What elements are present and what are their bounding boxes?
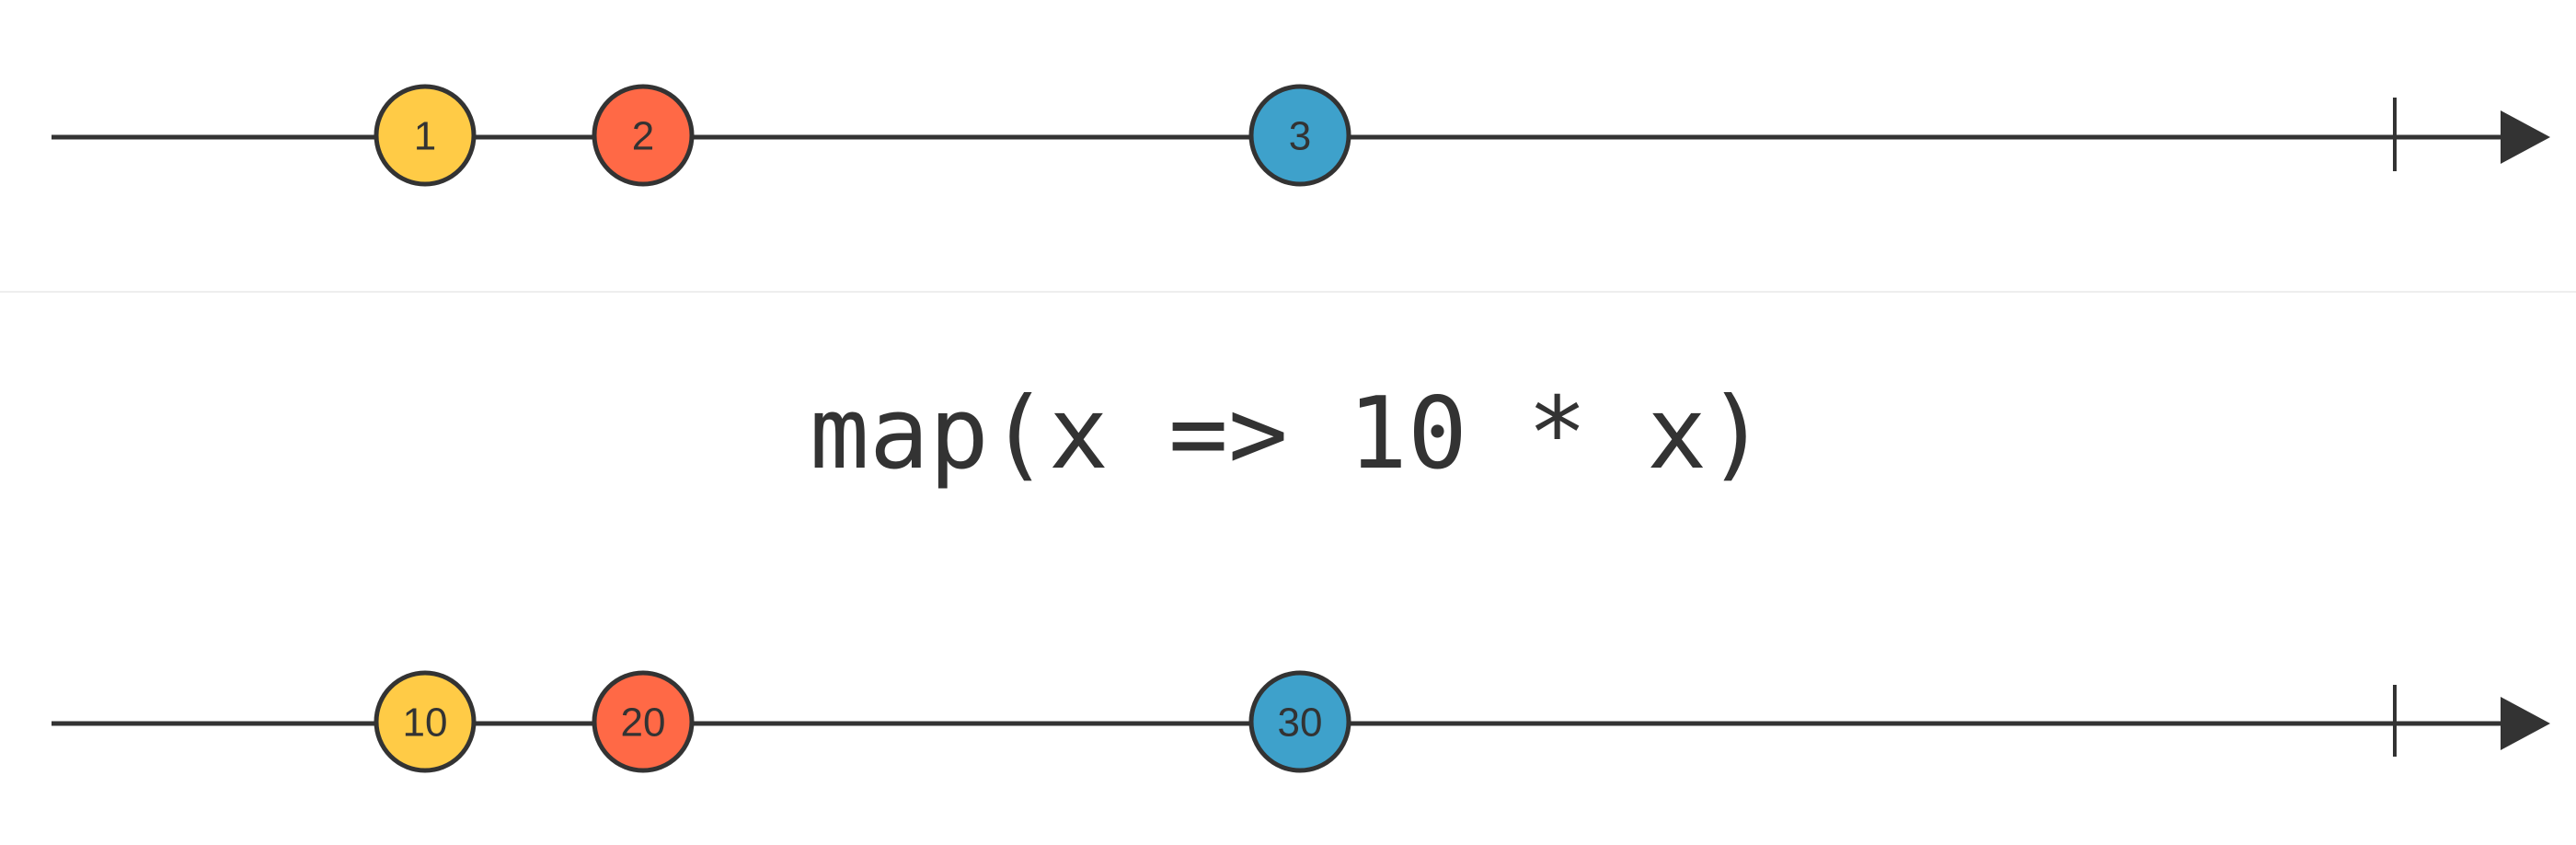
input-marble-3: 3 — [1248, 84, 1351, 187]
input-marble-3-label: 3 — [1289, 114, 1311, 159]
output-marble-3-label: 30 — [1278, 700, 1323, 746]
input-timeline-arrowhead — [2501, 110, 2550, 164]
output-stream: 10 20 30 — [52, 670, 2550, 773]
input-marble-1-label: 1 — [414, 114, 436, 159]
input-marble-1: 1 — [374, 84, 477, 187]
output-marble-3: 30 — [1248, 670, 1351, 773]
output-marble-2: 20 — [592, 670, 695, 773]
input-marble-2: 2 — [592, 84, 695, 187]
marble-diagram: 1 2 3 map(x => 10 * x) 10 20 30 — [0, 84, 2576, 773]
output-timeline-arrowhead — [2501, 697, 2550, 750]
output-marble-1-label: 10 — [403, 700, 448, 746]
input-marble-2-label: 2 — [632, 114, 654, 159]
input-stream: 1 2 3 — [52, 84, 2550, 187]
operator-label: map(x => 10 * x) — [810, 376, 1766, 492]
output-marble-1: 10 — [374, 670, 477, 773]
output-marble-2-label: 20 — [621, 700, 666, 746]
